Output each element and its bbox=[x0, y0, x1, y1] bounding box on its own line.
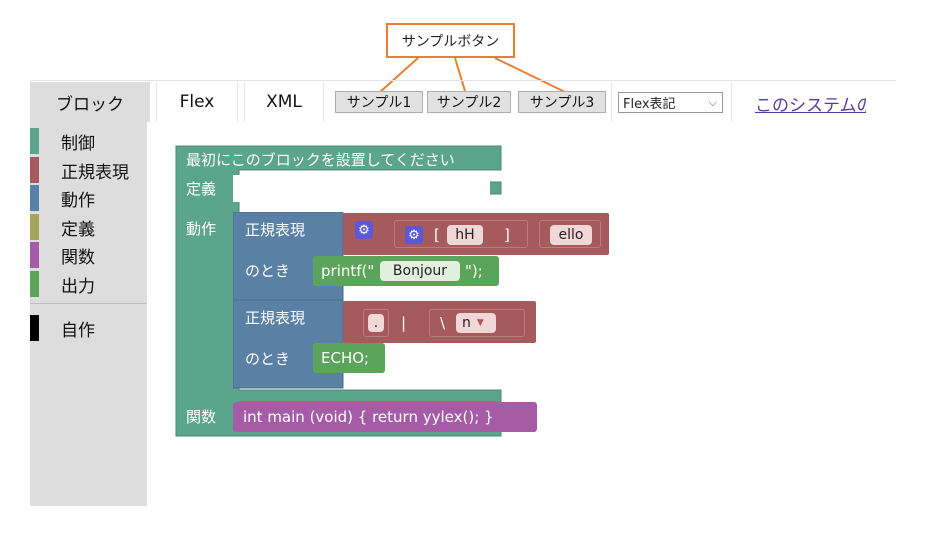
rule2-when-label: のとき bbox=[245, 350, 291, 368]
system-usage-link[interactable]: このシステムの使 bbox=[755, 91, 866, 116]
main-block-def-label: 定義 bbox=[186, 180, 217, 198]
tab-block[interactable]: ブロック bbox=[30, 82, 150, 122]
top-toolbar: ブロック Flex XML サンプル1 サンプル2 サンプル3 Flex表記 ⌵… bbox=[30, 80, 896, 122]
gear-icon[interactable]: ⚙ bbox=[355, 221, 373, 239]
literal-value: ello bbox=[558, 227, 584, 243]
format-select-value: Flex表記 bbox=[623, 97, 676, 112]
backslash-symbol: \ bbox=[440, 314, 446, 332]
block-workspace[interactable]: 最初にこのブロックを設置してください 定義 動作 関数 ⚙ ⚙ [ hH ] e… bbox=[147, 122, 896, 506]
echo-text: ECHO; bbox=[321, 349, 370, 367]
gear-icon[interactable]: ⚙ bbox=[405, 226, 423, 244]
caret-down-icon: ▼ bbox=[476, 318, 484, 328]
tab-xml-label: XML bbox=[266, 92, 302, 112]
escape-dropdown[interactable]: n ▼ bbox=[456, 313, 496, 333]
category-color-swatch bbox=[30, 157, 39, 183]
category-color-swatch bbox=[30, 242, 39, 268]
dot-field[interactable]: . bbox=[368, 314, 384, 332]
category-label: 動作 bbox=[61, 190, 95, 211]
rule2-regex-label: 正規表現 bbox=[245, 309, 306, 327]
printf-prefix: printf(" bbox=[321, 262, 375, 280]
callout-label: サンプルボタン bbox=[401, 33, 500, 50]
sample1-button[interactable]: サンプル1 bbox=[335, 91, 423, 113]
rule1-when-label: のとき bbox=[245, 262, 291, 280]
category-label: 定義 bbox=[61, 219, 95, 240]
category-action[interactable]: 動作 bbox=[30, 185, 147, 211]
sample2-label: サンプル2 bbox=[436, 95, 502, 111]
toolbar-divider bbox=[731, 82, 732, 122]
category-color-swatch bbox=[30, 185, 39, 211]
category-control[interactable]: 制御 bbox=[30, 128, 147, 154]
escape-value: n bbox=[462, 315, 471, 331]
category-regex[interactable]: 正規表現 bbox=[30, 157, 147, 183]
sample3-button[interactable]: サンプル3 bbox=[518, 91, 606, 113]
category-color-swatch bbox=[30, 271, 39, 297]
category-color-swatch bbox=[30, 128, 39, 154]
literal-field[interactable]: ello bbox=[550, 225, 592, 245]
function-code: int main (void) { return yylex(); } bbox=[243, 408, 494, 426]
tab-xml[interactable]: XML bbox=[244, 82, 324, 122]
bracket-close: ] bbox=[504, 226, 510, 244]
category-output[interactable]: 出力 bbox=[30, 271, 147, 297]
dot-value: . bbox=[373, 315, 379, 331]
rule1-regex-label: 正規表現 bbox=[245, 221, 306, 239]
category-color-swatch bbox=[30, 214, 39, 240]
category-custom[interactable]: 自作 bbox=[30, 315, 147, 341]
category-toolbox: 制御 正規表現 動作 定義 関数 出力 自作 bbox=[30, 122, 147, 506]
sample1-label: サンプル1 bbox=[346, 95, 412, 111]
printf-value: Bonjour bbox=[392, 263, 448, 279]
category-label: 制御 bbox=[61, 133, 95, 154]
printf-value-field[interactable]: Bonjour bbox=[380, 261, 460, 281]
category-label: 自作 bbox=[61, 320, 95, 341]
category-separator bbox=[30, 303, 147, 304]
main-block-func-label: 関数 bbox=[186, 408, 217, 426]
tab-flex[interactable]: Flex bbox=[156, 82, 238, 122]
format-select[interactable]: Flex表記 ⌵ bbox=[618, 92, 723, 113]
category-label: 正規表現 bbox=[61, 162, 129, 183]
tab-flex-label: Flex bbox=[179, 92, 215, 112]
category-color-swatch bbox=[30, 315, 39, 341]
bracket-value: hH bbox=[455, 227, 475, 243]
printf-suffix: "); bbox=[465, 262, 483, 280]
sample2-button[interactable]: サンプル2 bbox=[427, 91, 511, 113]
toolbar-divider bbox=[611, 82, 612, 122]
category-label: 関数 bbox=[61, 247, 95, 268]
main-block-title: 最初にこのブロックを設置してください bbox=[186, 151, 455, 169]
sample3-label: サンプル3 bbox=[529, 95, 595, 111]
main-block-action-label: 動作 bbox=[186, 220, 217, 238]
category-function[interactable]: 関数 bbox=[30, 242, 147, 268]
chevron-down-icon: ⌵ bbox=[708, 95, 717, 109]
bracket-value-field[interactable]: hH bbox=[447, 225, 483, 245]
tab-block-label: ブロック bbox=[56, 94, 124, 115]
category-label: 出力 bbox=[61, 276, 95, 297]
sample-buttons-callout: サンプルボタン bbox=[386, 23, 515, 58]
pipe-symbol: | bbox=[401, 314, 407, 332]
bracket-open: [ bbox=[434, 226, 440, 244]
category-definition[interactable]: 定義 bbox=[30, 214, 147, 240]
